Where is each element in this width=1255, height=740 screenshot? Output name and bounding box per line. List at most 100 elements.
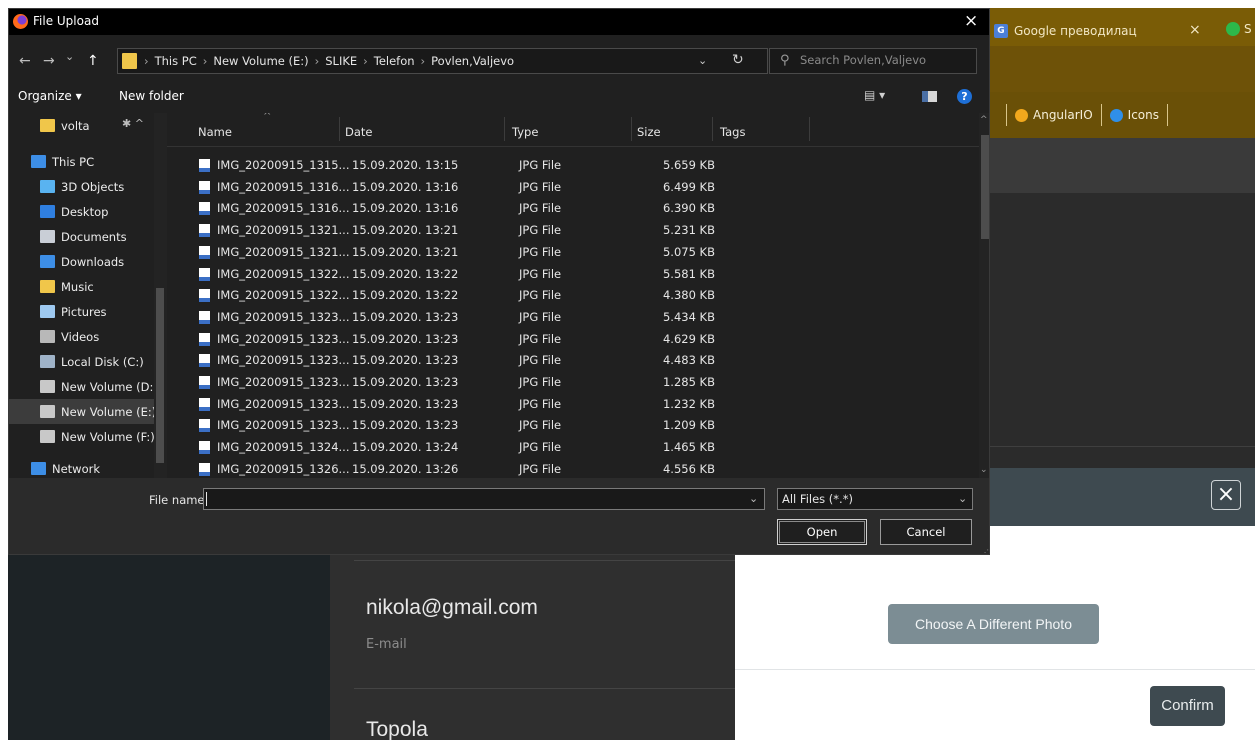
up-arrow-icon[interactable]: ↑ [87,53,99,69]
breadcrumb-this-pc[interactable]: This PC [155,54,197,68]
nav-item-downloads[interactable]: Downloads [9,249,154,274]
preview-pane-icon[interactable] [922,91,937,102]
new-folder-button[interactable]: New folder [119,89,184,103]
open-button[interactable]: Open [777,519,867,545]
column-header-tags[interactable]: Tags [720,125,745,139]
browser-tab-translate[interactable]: G Google преводилац × [994,16,1224,46]
nav-item-new-volume-f[interactable]: New Volume (F:) [9,424,154,449]
recent-locations-chevron-icon[interactable]: ⌄ [65,50,74,63]
search-box[interactable]: ⚲ [769,48,977,74]
column-header-size[interactable]: Size [637,125,661,139]
nav-item-desktop[interactable]: Desktop [9,199,154,224]
choose-photo-button[interactable]: Choose A Different Photo [888,604,1099,644]
column-header-name[interactable]: Name [198,125,232,139]
file-name: IMG_20200915_1315... [217,158,350,172]
refresh-icon[interactable]: ↻ [732,52,744,68]
file-name: IMG_20200915_1323... [217,418,350,433]
file-row[interactable]: IMG_20200915_1323... 15.09.2020. 13:23 JPG… [167,394,979,415]
breadcrumb-povlen-valjevo[interactable]: Povlen,Valjevo [431,54,514,68]
bookmark-icons[interactable]: Icons [1109,108,1159,122]
column-divider[interactable] [809,117,810,141]
file-row[interactable]: IMG_20200915_1323... 15.09.2020. 13:23 JPG… [167,329,979,350]
file-type: JPG File [519,309,562,324]
address-dropdown-chevron-icon[interactable]: ⌄ [698,54,707,67]
column-divider[interactable] [504,117,505,141]
file-type-value: All Files (*.*) [782,492,853,506]
file-row[interactable]: IMG_20200915_1322... 15.09.2020. 13:22 JPG… [167,285,979,306]
column-header-date[interactable]: Date [345,125,373,139]
file-row[interactable]: IMG_20200915_1323... 15.09.2020. 13:23 JPG… [167,415,979,436]
file-name: IMG_20200915_1322... [217,266,350,281]
nav-item-music[interactable]: Music [9,274,154,299]
scroll-up-icon[interactable]: ^ [980,115,988,125]
tab-close-icon[interactable]: × [1189,22,1201,38]
file-name: IMG_20200915_1323... [217,309,350,324]
file-name: IMG_20200915_1326... [217,461,350,476]
view-options-icon[interactable]: ▤ ▾ [864,88,885,102]
breadcrumb-new-volume-e[interactable]: New Volume (E:) [213,54,308,68]
nav-item-documents[interactable]: Documents [9,224,154,249]
nav-item-new-volume-e[interactable]: New Volume (E:) [9,399,154,424]
file-row[interactable]: IMG_20200915_1316... 15.09.2020. 13:16 JPG… [167,198,979,219]
nav-item-label: volta [61,118,90,133]
file-row[interactable]: IMG_20200915_1323... 15.09.2020. 13:23 JPG… [167,307,979,328]
column-divider[interactable] [712,117,713,141]
file-size: 5.075 KB [662,244,715,259]
nav-pane-scroll-thumb[interactable] [156,288,164,463]
breadcrumb-telefon[interactable]: Telefon [374,54,415,68]
modal-divider [735,669,1255,670]
file-row[interactable]: IMG_20200915_1323... 15.09.2020. 13:23 JPG… [167,350,979,371]
forward-arrow-icon[interactable]: → [43,53,55,69]
bookmark-label: AngularIO [1033,108,1093,122]
file-name: IMG_20200915_1324... [217,440,350,455]
help-icon[interactable]: ? [957,89,972,104]
file-type: JPG File [519,418,562,433]
browser-tab2-title: S [1244,22,1252,36]
nav-item-this-pc[interactable]: This PC [9,149,154,174]
file-size: 5.659 KB [662,158,715,172]
column-divider[interactable] [339,117,340,141]
file-type-select[interactable]: All Files (*.*) ⌄ [777,488,973,510]
nav-item-new-volume-d[interactable]: New Volume (D:) [9,374,154,399]
file-row[interactable]: IMG_20200915_1316... 15.09.2020. 13:16 JPG… [167,177,979,198]
file-list-scrollbar[interactable]: ^ ⌄ [979,113,989,478]
modal-close-button[interactable]: × [1211,480,1241,510]
resize-grip-icon[interactable]: ⋰ [981,548,989,554]
file-size: 1.232 KB [662,396,715,411]
bookmark-angulario[interactable]: AngularIO [1015,108,1093,122]
organize-button[interactable]: Organize ▾ [18,89,82,103]
image-file-icon [199,462,210,476]
nav-item-3d-objects[interactable]: 3D Objects [9,174,154,199]
file-list: ^ Name Date Type Size Tags IMG_20200915_… [167,113,979,478]
column-divider[interactable] [631,117,632,141]
pin-icon[interactable]: ✱ ^ [122,117,144,130]
file-name-dropdown-chevron-icon[interactable]: ⌄ [749,492,758,505]
address-bar[interactable]: › This PC › New Volume (E:) › SLIKE › Te… [117,48,768,74]
file-row[interactable]: IMG_20200915_1322... 15.09.2020. 13:22 JPG… [167,264,979,285]
nav-item-videos[interactable]: Videos [9,324,154,349]
file-row[interactable]: IMG_20200915_1323... 15.09.2020. 13:23 JPG… [167,372,979,393]
nav-item-network[interactable]: Network [9,456,154,478]
column-header-type[interactable]: Type [512,125,538,139]
confirm-button[interactable]: Confirm [1150,686,1225,726]
file-row[interactable]: IMG_20200915_1324... 15.09.2020. 13:24 JPG… [167,437,979,458]
file-list-scroll-thumb[interactable] [981,135,989,239]
file-row[interactable]: IMG_20200915_1321... 15.09.2020. 13:21 JPG… [167,242,979,263]
nav-item-local-disk-c[interactable]: Local Disk (C:) [9,349,154,374]
back-arrow-icon[interactable]: ← [19,53,31,69]
drive-icon [40,380,55,393]
browser-tab-other[interactable]: S [1226,22,1252,36]
file-row[interactable]: IMG_20200915_1326... 15.09.2020. 13:26 JPG… [167,459,979,478]
file-row[interactable]: IMG_20200915_1315... 15.09.2020. 13:15 JPG… [167,155,979,176]
cancel-button[interactable]: Cancel [880,519,972,545]
file-size: 1.465 KB [662,440,715,455]
file-row[interactable]: IMG_20200915_1321... 15.09.2020. 13:21 JPG… [167,220,979,241]
dialog-close-button[interactable]: × [964,11,978,31]
nav-pane-scrollbar[interactable] [154,113,167,478]
search-input[interactable] [800,53,970,67]
drive-icon [40,405,55,418]
file-name-input[interactable] [203,488,765,510]
scroll-down-icon[interactable]: ⌄ [980,465,988,475]
nav-item-pictures[interactable]: Pictures [9,299,154,324]
breadcrumb-slike[interactable]: SLIKE [325,54,357,68]
